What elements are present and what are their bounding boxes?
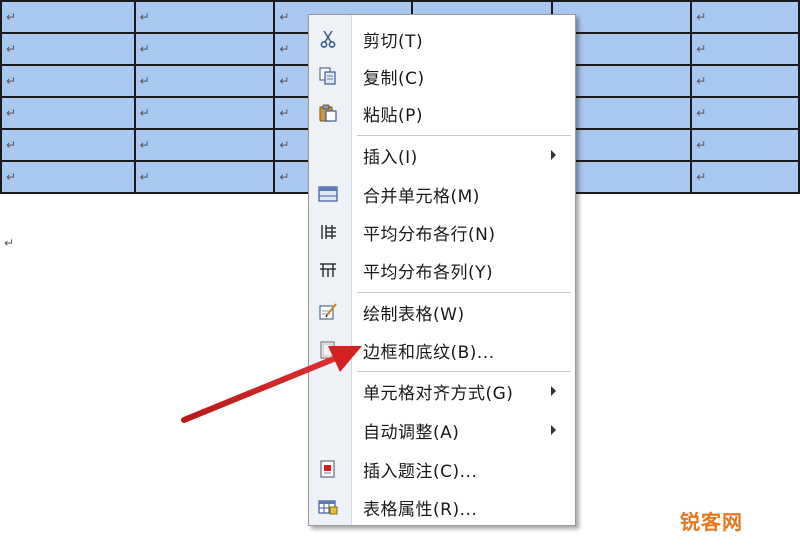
cell-paragraph-mark: ↵	[279, 138, 290, 152]
cell-paragraph-mark: ↵	[696, 42, 707, 56]
menu-item-label: 剪切(T)	[363, 31, 424, 52]
menu-item-insert[interactable]: 插入(I)	[309, 137, 575, 173]
menu-item-distribute-rows[interactable]: 平均分布各行(N)	[309, 214, 575, 250]
menu-item-label: 插入(I)	[363, 147, 418, 168]
cell-paragraph-mark: ↵	[139, 42, 150, 56]
table-cell[interactable]: ↵	[690, 0, 800, 34]
menu-item-label: 表格属性(R)...	[363, 499, 478, 520]
menu-item-distribute-columns[interactable]: 平均分布各列(Y)	[309, 252, 575, 288]
table-cell[interactable]: ↵	[690, 128, 800, 162]
menu-item-cut[interactable]: 剪切(T)	[309, 21, 575, 57]
submenu-arrow-icon	[551, 150, 556, 160]
cell-paragraph-mark: ↵	[279, 106, 290, 120]
cell-paragraph-mark: ↵	[279, 10, 290, 24]
cell-paragraph-mark: ↵	[696, 138, 707, 152]
table-cell[interactable]: ↵	[0, 32, 136, 66]
menu-item-merge-cells[interactable]: 合并单元格(M)	[309, 176, 575, 212]
table-cell[interactable]: ↵	[133, 32, 276, 66]
menu-item-label: 单元格对齐方式(G)	[363, 383, 514, 404]
cell-paragraph-mark: ↵	[6, 10, 17, 24]
menu-item-paste[interactable]: 粘贴(P)	[309, 95, 575, 131]
cell-paragraph-mark: ↵	[696, 170, 707, 184]
menu-item-autofit[interactable]: 自动调整(A)	[309, 412, 575, 448]
menu-separator	[357, 292, 571, 293]
cell-paragraph-mark: ↵	[6, 106, 17, 120]
cell-paragraph-mark: ↵	[139, 106, 150, 120]
watermark-logo: 锐客网	[680, 510, 743, 534]
menu-item-label: 复制(C)	[363, 68, 425, 89]
cell-paragraph-mark: ↵	[139, 74, 150, 88]
menu-item-label: 粘贴(P)	[363, 105, 424, 126]
table-cell[interactable]: ↵	[0, 96, 136, 130]
cell-paragraph-mark: ↵	[139, 10, 150, 24]
menu-item-cell-alignment[interactable]: 单元格对齐方式(G)	[309, 373, 575, 409]
menu-item-borders-shading[interactable]: 边框和底纹(B)...	[309, 332, 575, 368]
draw-table-icon	[317, 302, 339, 322]
table-cell[interactable]: ↵	[133, 64, 276, 98]
document-canvas: ↵ ↵ ↵ ↵ ↵ ↵ ↵ ↵ ↵ ↵ ↵ ↵ ↵ ↵ ↵ ↵ ↵ ↵ ↵ ↵ ↵ ↵ ↵ ↵ ↵ 剪切(T)	[0, 0, 800, 550]
cell-paragraph-mark: ↵	[279, 42, 290, 56]
menu-item-insert-caption[interactable]: 插入题注(C)...	[309, 451, 575, 487]
table-cell[interactable]: ↵	[690, 160, 800, 194]
cell-paragraph-mark: ↵	[279, 74, 290, 88]
cell-paragraph-mark: ↵	[6, 170, 17, 184]
merge-cells-icon	[317, 184, 339, 204]
table-cell[interactable]: ↵	[133, 160, 276, 194]
paste-icon	[317, 103, 339, 123]
table-cell[interactable]: ↵	[133, 0, 276, 34]
table-cell[interactable]: ↵	[690, 64, 800, 98]
menu-separator	[357, 371, 571, 372]
context-menu: 剪切(T) 复制(C) 粘贴(P) 插入(I) 合并单元格(M) 平均分布各行(…	[308, 14, 576, 526]
table-cell[interactable]: ↵	[690, 32, 800, 66]
table-cell[interactable]: ↵	[133, 128, 276, 162]
menu-item-label: 平均分布各行(N)	[363, 224, 496, 245]
menu-item-label: 绘制表格(W)	[363, 304, 465, 325]
submenu-arrow-icon	[551, 386, 556, 396]
table-cell[interactable]: ↵	[0, 0, 136, 34]
cell-paragraph-mark: ↵	[139, 138, 150, 152]
table-cell[interactable]: ↵	[0, 160, 136, 194]
table-properties-icon	[317, 497, 339, 517]
paragraph-mark: ↵	[4, 236, 15, 250]
cell-paragraph-mark: ↵	[6, 74, 17, 88]
insert-caption-icon	[317, 459, 339, 479]
cell-paragraph-mark: ↵	[139, 170, 150, 184]
distribute-rows-icon	[317, 222, 339, 242]
cell-paragraph-mark: ↵	[6, 42, 17, 56]
menu-item-label: 边框和底纹(B)...	[363, 342, 495, 363]
menu-item-copy[interactable]: 复制(C)	[309, 58, 575, 94]
table-cell[interactable]: ↵	[690, 96, 800, 130]
menu-item-label: 自动调整(A)	[363, 422, 460, 443]
submenu-arrow-icon	[551, 425, 556, 435]
menu-item-label: 插入题注(C)...	[363, 461, 478, 482]
scissors-icon	[317, 29, 339, 49]
table-cell[interactable]: ↵	[0, 64, 136, 98]
cell-paragraph-mark: ↵	[279, 170, 290, 184]
table-cell[interactable]: ↵	[133, 96, 276, 130]
menu-separator	[357, 135, 571, 136]
distribute-columns-icon	[317, 260, 339, 280]
menu-item-label: 平均分布各列(Y)	[363, 262, 494, 283]
cell-paragraph-mark: ↵	[6, 138, 17, 152]
copy-icon	[317, 66, 339, 86]
menu-item-table-properties[interactable]: 表格属性(R)...	[309, 489, 575, 525]
cell-paragraph-mark: ↵	[696, 106, 707, 120]
menu-item-label: 合并单元格(M)	[363, 186, 480, 207]
cell-paragraph-mark: ↵	[696, 74, 707, 88]
borders-shading-icon	[317, 340, 339, 360]
cell-paragraph-mark: ↵	[696, 10, 707, 24]
menu-item-draw-table[interactable]: 绘制表格(W)	[309, 294, 575, 330]
table-cell[interactable]: ↵	[0, 128, 136, 162]
